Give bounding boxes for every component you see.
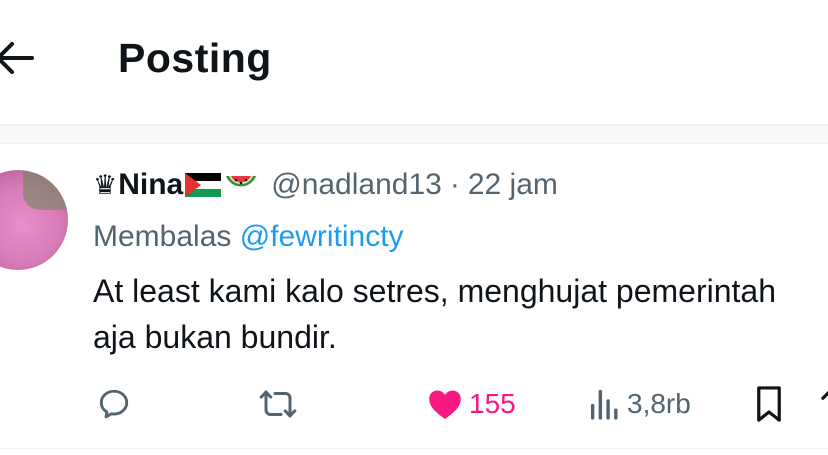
views-count: 3,8rb	[627, 388, 691, 419]
section-gap	[0, 126, 828, 143]
arrow-left-icon	[0, 42, 34, 74]
like-count: 155	[469, 388, 516, 419]
crown-emoji: ♛	[93, 169, 118, 200]
heart-icon	[429, 390, 461, 419]
author-handle[interactable]: @nadland13	[271, 168, 442, 202]
reply-prefix: Membalas	[93, 220, 232, 253]
watermelon-icon	[226, 176, 257, 187]
retweet-button[interactable]	[258, 380, 298, 428]
avatar[interactable]	[0, 170, 68, 270]
share-icon	[821, 390, 828, 400]
reply-to-mention[interactable]: @fewritincty	[240, 220, 404, 253]
post-time[interactable]: 22 jam	[468, 168, 558, 202]
reply-icon	[99, 389, 129, 419]
palestine-flag-icon	[185, 173, 222, 197]
author-display-name[interactable]: Nina	[118, 168, 183, 202]
action-bar: 155 3,8rb	[0, 380, 828, 430]
like-button[interactable]: 155	[427, 380, 516, 428]
divider	[0, 143, 828, 144]
tweet-text-line: At least kami kalo setres, menghujat pem…	[93, 273, 776, 309]
reply-context: Membalas @fewritincty	[93, 220, 404, 254]
bookmark-button[interactable]	[754, 380, 784, 428]
retweet-icon	[259, 390, 297, 418]
top-bar: Posting	[0, 0, 828, 124]
tweet-text-line: aja bukan bundir.	[93, 319, 337, 355]
views-icon	[590, 389, 618, 420]
back-button[interactable]	[0, 36, 36, 80]
reply-button[interactable]	[96, 380, 132, 428]
tweet-text: At least kami kalo setres, menghujat pem…	[93, 268, 828, 360]
views-button[interactable]: 3,8rb	[589, 380, 691, 428]
share-button[interactable]	[820, 380, 828, 428]
divider	[0, 448, 828, 449]
separator-dot: ·	[449, 168, 460, 201]
bookmark-icon	[757, 386, 781, 422]
page-title: Posting	[118, 35, 272, 81]
author-line: ♛ Nina @nadland13 · 22 jam	[93, 168, 558, 202]
